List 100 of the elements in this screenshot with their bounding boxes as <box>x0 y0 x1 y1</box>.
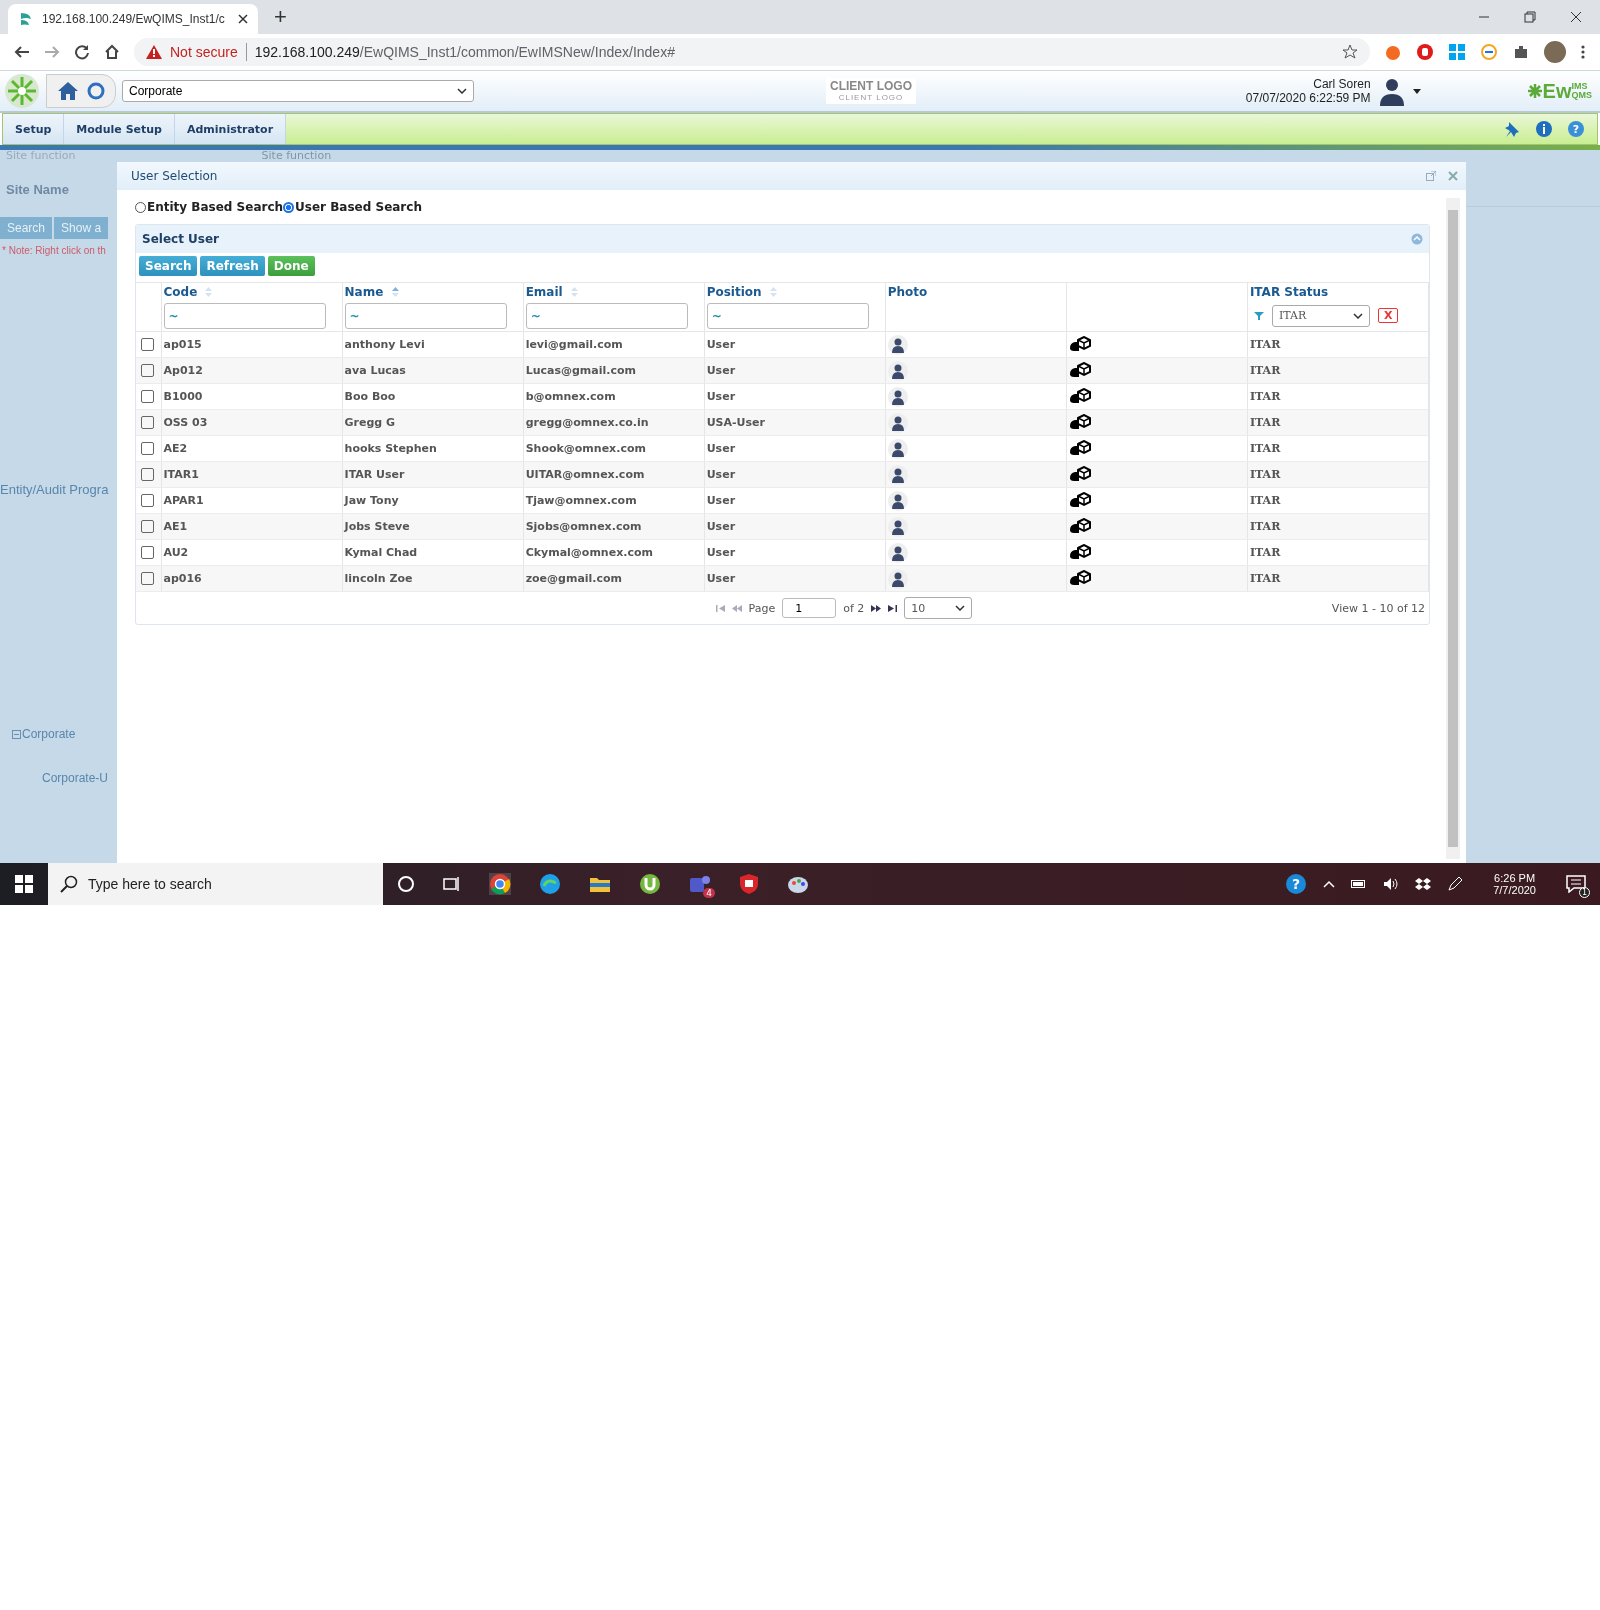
address-bar[interactable]: Not secure 192.168.100.249/EwQIMS_Inst1/common/EwIMSNew/Index/Index# <box>134 38 1370 66</box>
speaker-icon[interactable] <box>1383 877 1400 891</box>
filter-field[interactable]: ~ <box>525 302 688 329</box>
info-icon[interactable] <box>1535 120 1553 138</box>
row-checkbox[interactable] <box>141 416 154 429</box>
shield-icon[interactable] <box>739 873 759 895</box>
team-chat-icon[interactable] <box>689 874 711 894</box>
wave-browser-icon[interactable] <box>539 873 561 895</box>
table-cell: User <box>706 390 736 403</box>
row-checkbox[interactable] <box>141 520 154 533</box>
back-arrow-icon[interactable] <box>14 44 30 60</box>
task-view-icon[interactable] <box>443 875 461 893</box>
column-header[interactable]: Photo <box>887 284 928 299</box>
filter-field[interactable]: ~ <box>706 302 869 329</box>
table-cell: Tjaw@omnex.com <box>525 494 637 507</box>
column-header[interactable]: Code <box>163 284 198 299</box>
caret-icon[interactable] <box>1412 88 1421 94</box>
search-mode-radio[interactable]: Entity Based Search <box>135 200 284 214</box>
hand-cube-icon[interactable] <box>1068 517 1091 536</box>
hand-cube-icon[interactable] <box>1068 413 1091 432</box>
u-logo-icon[interactable] <box>639 873 661 895</box>
user-avatar-icon[interactable] <box>887 464 908 485</box>
user-avatar-icon[interactable] <box>887 516 908 537</box>
home-icon[interactable] <box>57 81 79 101</box>
column-header[interactable]: Name <box>344 284 384 299</box>
chevron-up-icon[interactable] <box>1323 880 1336 888</box>
filter-field[interactable]: ~ <box>344 302 507 329</box>
page-size-select[interactable]: 10 <box>904 597 973 619</box>
notification-icon[interactable] <box>1566 875 1586 893</box>
row-checkbox[interactable] <box>141 494 154 507</box>
star-icon[interactable] <box>1342 44 1358 60</box>
hand-cube-icon[interactable] <box>1068 335 1091 354</box>
row-checkbox[interactable] <box>141 546 154 559</box>
row-checkbox[interactable] <box>141 442 154 455</box>
reload-icon[interactable] <box>74 44 90 60</box>
menu-tab[interactable]: Setup <box>3 114 65 144</box>
user-avatar-icon[interactable] <box>887 360 908 381</box>
circle-icon[interactable] <box>397 875 415 893</box>
pin-icon[interactable] <box>1503 120 1521 138</box>
user-avatar-icon[interactable] <box>887 412 908 433</box>
close-icon[interactable] <box>238 14 248 24</box>
user-avatar-icon[interactable] <box>887 542 908 563</box>
row-checkbox[interactable] <box>141 338 154 351</box>
page-number-field[interactable]: 1 <box>782 598 837 618</box>
pen-icon[interactable] <box>1447 876 1464 892</box>
column-header[interactable]: Email <box>525 284 563 299</box>
row-checkbox[interactable] <box>141 572 154 585</box>
help-icon[interactable]: ? <box>1285 873 1308 895</box>
user-avatar-icon[interactable] <box>887 568 908 589</box>
last-page-icon[interactable] <box>888 604 898 612</box>
hand-cube-icon[interactable] <box>1068 465 1091 484</box>
new-tab-button[interactable]: + <box>274 4 287 30</box>
security-warning: Not secure <box>170 44 238 60</box>
dropbox-icon[interactable] <box>1415 877 1432 891</box>
hand-cube-icon[interactable] <box>1068 439 1091 458</box>
row-checkbox[interactable] <box>141 390 154 403</box>
hand-cube-icon[interactable] <box>1068 569 1091 588</box>
user-avatar-icon[interactable] <box>887 334 908 355</box>
clear-filter-button[interactable]: X <box>1377 308 1399 323</box>
row-checkbox[interactable] <box>141 468 154 481</box>
table-cell: AU2 <box>163 546 189 559</box>
user-avatar-icon[interactable] <box>887 438 908 459</box>
filter-icon[interactable] <box>1253 311 1264 320</box>
record-count: View 1 - 10 of 12 <box>1331 601 1425 615</box>
menu-tab[interactable]: Administrator <box>175 114 287 144</box>
browser-tab[interactable]: 192.168.100.249/EwQIMS_Inst1/c <box>8 4 258 34</box>
windows-logo-icon[interactable] <box>1448 43 1466 61</box>
hand-cube-icon[interactable] <box>1068 387 1091 406</box>
browser-icon[interactable] <box>489 873 511 895</box>
next-page-icon[interactable] <box>871 604 882 612</box>
hand-cube-icon[interactable] <box>1068 491 1091 510</box>
menu-tab[interactable]: Module Setup <box>64 114 175 144</box>
scrollbar[interactable] <box>1446 198 1460 859</box>
profile-avatar[interactable] <box>1544 41 1566 63</box>
row-checkbox[interactable] <box>141 364 154 377</box>
puzzle-icon[interactable] <box>1512 43 1530 61</box>
itar-filter-select[interactable]: ITAR <box>1271 304 1370 327</box>
dialog-title: User Selection <box>131 169 218 183</box>
taskbar-clock[interactable]: 6:26 PM 7/7/2020 <box>1493 872 1536 896</box>
column-header[interactable]: ITAR Status <box>1249 284 1329 299</box>
page-count: of 2 <box>843 601 865 615</box>
battery-icon[interactable] <box>1351 879 1368 889</box>
close-icon[interactable] <box>1570 11 1582 23</box>
table-cell: gregg@omnex.co.in <box>525 416 649 429</box>
user-avatar-icon[interactable] <box>887 386 908 407</box>
table-cell: Jaw Tony <box>344 494 399 507</box>
column-header[interactable]: Position <box>706 284 762 299</box>
taskbar-search-field[interactable]: Type here to search <box>48 863 383 905</box>
hand-cube-icon[interactable] <box>1068 543 1091 562</box>
home-icon[interactable] <box>104 44 120 60</box>
user-avatar-icon[interactable] <box>887 490 908 511</box>
folder-icon[interactable] <box>589 875 611 893</box>
filter-field[interactable]: ~ <box>163 302 326 329</box>
search-mode-radio[interactable]: User Based Search <box>283 200 422 214</box>
table-cell: Shook@omnex.com <box>525 442 646 455</box>
restore-icon[interactable] <box>1524 11 1536 23</box>
kebab-menu-icon[interactable] <box>1580 44 1586 60</box>
windows-start-icon[interactable] <box>15 875 33 893</box>
site-select[interactable]: Corporate <box>122 80 474 102</box>
hand-cube-icon[interactable] <box>1068 361 1091 380</box>
